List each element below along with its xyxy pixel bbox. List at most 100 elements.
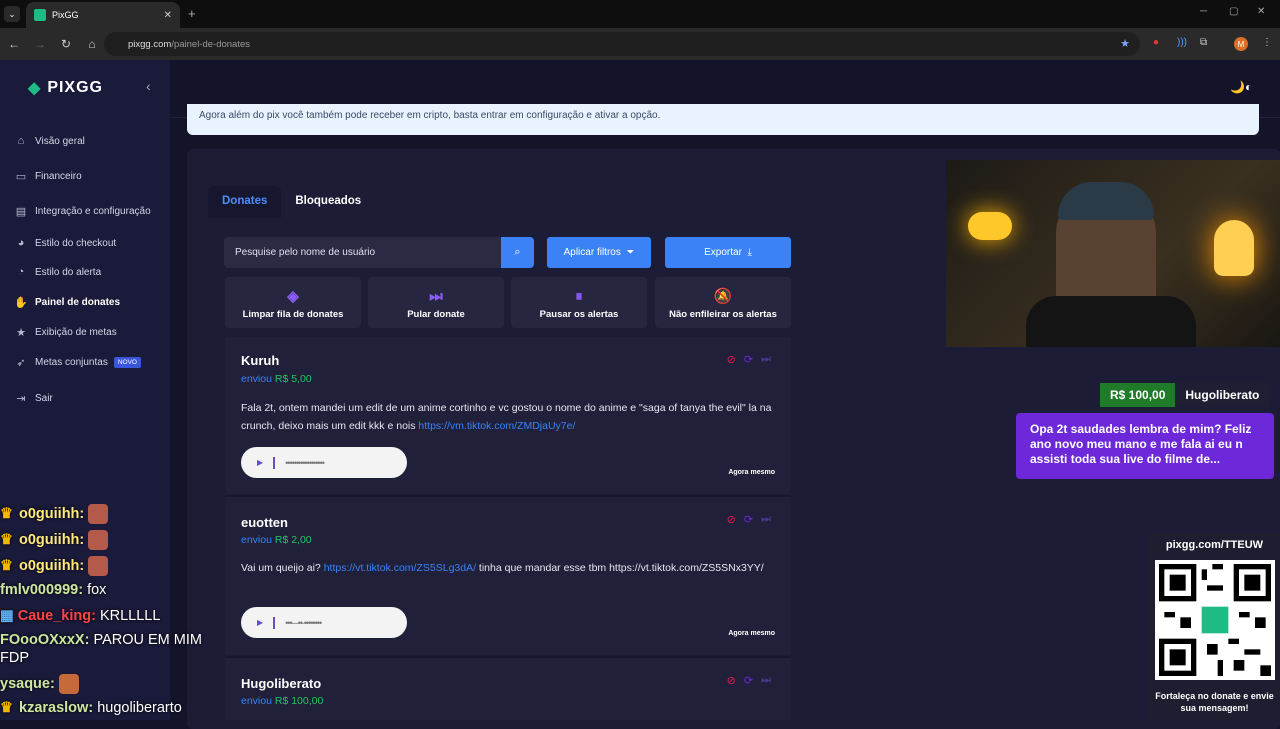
sidebar-item-alerta[interactable]: ◔ Estilo do alerta xyxy=(14,266,101,278)
donate-panel-icon: ✋ xyxy=(14,297,28,309)
reload-icon[interactable]: ↻ xyxy=(54,37,78,51)
audio-progress[interactable] xyxy=(273,616,276,629)
waveform: •••---••-•••••••• xyxy=(285,617,322,628)
emote-icon xyxy=(58,674,79,694)
block-icon[interactable]: ⊘ xyxy=(727,674,736,687)
export-button[interactable]: Exportar ⤓ xyxy=(665,237,791,268)
extensions-puzzle-icon[interactable]: ⧉ xyxy=(1200,37,1207,48)
browser-tab[interactable]: PixGG ✕ xyxy=(26,2,180,28)
sidebar-item-painel[interactable]: ✋ Painel de donates xyxy=(14,296,120,310)
pause-alerts-button[interactable]: ⏸ Pausar os alertas xyxy=(511,277,647,328)
tab-donates[interactable]: Donates xyxy=(208,186,282,218)
sidebar-item-visao-geral[interactable]: ⌂ Visão geral xyxy=(14,135,85,147)
eraser-icon: ◈ xyxy=(287,288,299,305)
search-input[interactable]: Pesquise pelo nome de usuário xyxy=(224,237,502,268)
palette-icon: ◕ xyxy=(17,237,25,249)
card-actions: ⊘ ⟳ ⏭ xyxy=(727,353,771,366)
donate-amount: R$ 5,00 xyxy=(274,373,312,385)
card-actions: ⊘ ⟳ ⏭ xyxy=(727,674,771,687)
home-icon: ⌂ xyxy=(17,135,25,147)
no-queue-alerts-button[interactable]: 🔕 Não enfileirar os alertas xyxy=(655,277,791,328)
audio-player[interactable]: ▶ •••---••-•••••••• xyxy=(241,607,407,638)
skip-small-icon[interactable]: ⏭ xyxy=(761,513,771,526)
crown-icon: ♛ xyxy=(0,531,13,548)
donation-alert-message: Opa 2t saudades lembra de mim? Feliz ano… xyxy=(1016,413,1274,479)
tabs: Donates Bloqueados xyxy=(208,186,375,218)
waveform: •••••••••••••••••• xyxy=(285,457,325,468)
donor-name: Kuruh xyxy=(241,353,280,368)
qr-code-icon xyxy=(1159,564,1271,676)
home-icon[interactable]: ⌂ xyxy=(80,37,104,51)
maximize-icon[interactable]: ▢ xyxy=(1229,6,1238,17)
chat-line: fmlv000999: fox xyxy=(0,582,107,598)
address-bar[interactable]: pixgg.com/painel-de-donates ★ xyxy=(104,32,1140,56)
apply-filters-button[interactable]: Aplicar filtros ⏷ xyxy=(547,237,651,268)
clear-queue-button[interactable]: ◈ Limpar fila de donates xyxy=(225,277,361,328)
replay-icon[interactable]: ⟳ xyxy=(744,674,753,687)
play-icon[interactable]: ▶ xyxy=(257,618,263,627)
skip-small-icon[interactable]: ⏭ xyxy=(761,674,771,687)
window-close-icon[interactable]: ✕ xyxy=(1257,6,1265,17)
donate-amount: R$ 100,00 xyxy=(274,695,324,707)
pixgg-logo-icon: ◆ xyxy=(28,80,42,97)
skip-donate-button[interactable]: ⏭ Pular donate xyxy=(368,277,504,328)
streamer-cap xyxy=(1058,182,1154,220)
donate-amount: R$ 2,00 xyxy=(274,534,312,546)
card-actions: ⊘ ⟳ ⏭ xyxy=(727,513,771,526)
qr-code xyxy=(1155,560,1275,680)
sidebar-item-integracao[interactable]: ▤ Integração e configuração xyxy=(14,205,151,219)
donate-amount-line: enviou R$ 100,00 xyxy=(241,695,324,707)
streamer-shirt xyxy=(1026,296,1196,347)
settings-icon: ▤ xyxy=(15,206,27,218)
profile-avatar[interactable]: M xyxy=(1234,37,1248,51)
crown-icon: ♛ xyxy=(0,557,13,574)
browser-tabstrip: ⌄ PixGG ✕ + ─ ▢ ✕ xyxy=(0,0,1280,28)
pixgg-logo[interactable]: ◆ PIXGG xyxy=(28,78,103,98)
replay-icon[interactable]: ⟳ xyxy=(744,513,753,526)
info-banner: Agora além do pix você também pode receb… xyxy=(187,104,1259,135)
theme-toggle-icon[interactable]: 🌙◐ xyxy=(1230,80,1252,94)
tab-list-button[interactable]: ⌄ xyxy=(4,6,20,22)
back-icon[interactable]: ← xyxy=(2,37,26,51)
replay-icon[interactable]: ⟳ xyxy=(744,353,753,366)
tab-bloqueados[interactable]: Bloqueados xyxy=(281,186,375,218)
alert-style-icon: ◔ xyxy=(17,266,25,278)
forward-icon[interactable]: → xyxy=(28,37,52,51)
sidebar-item-metas-conjuntas[interactable]: ➶ Metas conjuntas NOVO xyxy=(14,356,141,369)
extension-red-icon[interactable]: ● xyxy=(1153,37,1159,48)
browser-menu-icon[interactable]: ⋮ xyxy=(1262,37,1272,48)
collapse-sidebar-icon[interactable]: ‹ xyxy=(146,78,151,94)
tab-title: PixGG xyxy=(52,10,79,20)
sidebar-item-financeiro[interactable]: ▭ Financeiro xyxy=(14,170,82,184)
sidebar-item-metas[interactable]: ★ Exibição de metas xyxy=(14,326,117,340)
audio-player[interactable]: ▶ •••••••••••••••••• xyxy=(241,447,407,478)
donation-alert-header: R$ 100,00 Hugoliberato xyxy=(1100,383,1270,407)
bookmark-star-icon[interactable]: ★ xyxy=(1120,37,1130,50)
play-icon[interactable]: ▶ xyxy=(257,458,263,467)
search-button[interactable]: ⌕ xyxy=(501,237,534,268)
chat-line: ▦ Caue_king: KRLLLLL xyxy=(0,608,161,624)
block-icon[interactable]: ⊘ xyxy=(727,513,736,526)
donate-card: Kuruh enviou R$ 5,00 ⊘ ⟳ ⏭ Fala 2t, ontem … xyxy=(225,337,791,494)
new-tab-icon[interactable]: + xyxy=(188,6,196,21)
qr-widget: pixgg.com/TTEUW Fortaleça no donate e en… xyxy=(1149,533,1280,720)
minimize-icon[interactable]: ─ xyxy=(1200,6,1207,17)
donate-card: Hugoliberato enviou R$ 100,00 ⊘ ⟳ ⏭ xyxy=(225,658,791,720)
donate-link[interactable]: https://vt.tiktok.com/ZS5SLg3dA/ xyxy=(324,562,476,574)
donate-message: Vai um queijo ai? https://vt.tiktok.com/… xyxy=(241,562,764,574)
search-icon: ⌕ xyxy=(514,246,521,258)
close-tab-icon[interactable]: ✕ xyxy=(164,10,172,21)
chat-line: ysaque: xyxy=(0,674,79,694)
donate-link[interactable]: https://vm.tiktok.com/ZMDjaUy7e/ xyxy=(418,420,575,432)
donor-name: euotten xyxy=(241,515,288,530)
pixgg-favicon-icon xyxy=(34,9,46,21)
sidebar-item-sair[interactable]: ⇥ Sair xyxy=(14,392,52,406)
block-icon[interactable]: ⊘ xyxy=(727,353,736,366)
sidebar-item-checkout[interactable]: ◕ Estilo do checkout xyxy=(14,237,117,249)
chat-line: ♛ o0guiihh: xyxy=(0,556,109,576)
skip-small-icon[interactable]: ⏭ xyxy=(761,353,771,366)
crown-icon: ♛ xyxy=(0,700,13,716)
audio-progress[interactable] xyxy=(273,456,276,469)
crown-icon: ♛ xyxy=(0,505,13,522)
extension-wave-icon[interactable]: ))) xyxy=(1177,37,1187,48)
